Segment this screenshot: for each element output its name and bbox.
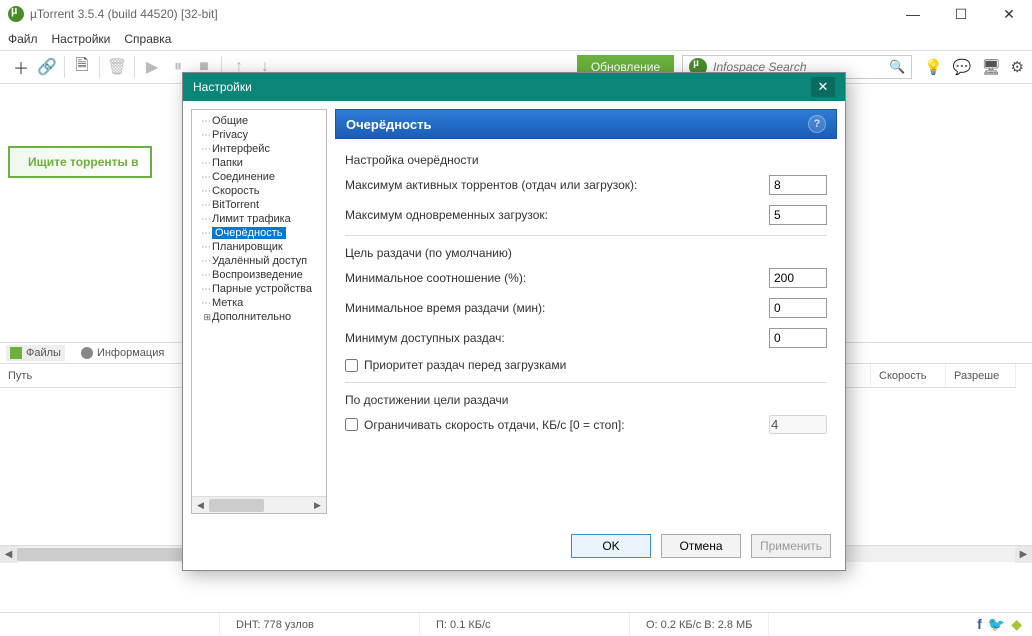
start-button[interactable]: ▶ <box>139 54 165 80</box>
remote-icon[interactable]: 🖥 <box>982 58 1001 76</box>
gear-icon[interactable]: ⚙ <box>1011 58 1024 76</box>
min-time-input[interactable] <box>769 298 827 318</box>
panel-header: Очерёдность ? <box>335 109 837 139</box>
tree-label: Очерёдность <box>212 227 286 239</box>
max-active-input[interactable] <box>769 175 827 195</box>
tree-node-2[interactable]: ⋯Интерфейс <box>194 142 324 156</box>
settings-tree: ⋯Общие⋯Privacy⋯Интерфейс⋯Папки⋯Соединени… <box>191 109 327 514</box>
min-time-label: Минимальное время раздачи (мин): <box>345 301 769 315</box>
info-icon <box>81 347 93 359</box>
group3-title: По достижении цели раздачи <box>345 393 827 407</box>
min-avail-label: Минимум доступных раздач: <box>345 331 769 345</box>
minimize-button[interactable]: — <box>898 6 928 23</box>
limit-label: Ограничивать скорость отдачи, КБ/с [0 = … <box>364 418 763 432</box>
max-active-label: Максимум активных торрентов (отдач или з… <box>345 178 769 192</box>
col-speed[interactable]: Скорость <box>871 364 946 387</box>
android-icon[interactable]: ◆ <box>1011 616 1022 633</box>
tree-hscroll[interactable]: ◀ ▶ <box>192 496 326 513</box>
tree-label: Воспроизведение <box>212 269 303 281</box>
tree-label: Общие <box>212 115 248 127</box>
tree-label: Парные устройства <box>212 283 312 295</box>
maximize-button[interactable]: ☐ <box>946 6 976 23</box>
dialog-close-button[interactable]: ✕ <box>811 77 835 97</box>
twitter-icon[interactable]: 🐦 <box>988 616 1005 633</box>
help-icon[interactable]: ? <box>808 115 826 133</box>
tree-node-6[interactable]: ⋯BitTorrent <box>194 198 324 212</box>
tree-label: Планировщик <box>212 241 283 253</box>
tree-node-13[interactable]: ⋯Метка <box>194 296 324 310</box>
files-icon <box>10 347 22 359</box>
menubar: Файл Настройки Справка <box>0 28 1032 50</box>
settings-dialog: Настройки ✕ ⋯Общие⋯Privacy⋯Интерфейс⋯Пап… <box>182 72 846 571</box>
tree-label: Метка <box>212 297 243 309</box>
new-button[interactable]: 🗎 <box>69 54 95 80</box>
tree-label: Скорость <box>212 185 260 197</box>
status-upload: О: 0.2 КБ/с В: 2.8 МБ <box>630 613 769 636</box>
tree-label: Интерфейс <box>212 143 270 155</box>
ok-button[interactable]: OK <box>571 534 651 558</box>
facebook-icon[interactable]: f <box>977 616 982 633</box>
dialog-buttons: OK Отмена Применить <box>183 522 845 570</box>
tree-label: Папки <box>212 157 243 169</box>
tree-node-8[interactable]: ⋯Очерёдность <box>194 226 324 240</box>
delete-button[interactable]: 🗑 <box>104 54 130 80</box>
group2-title: Цель раздачи (по умолчанию) <box>345 246 827 260</box>
limit-input <box>769 415 827 434</box>
max-dl-input[interactable] <box>769 205 827 225</box>
status-download: П: 0.1 КБ/с <box>420 613 630 636</box>
scroll-left-icon[interactable]: ◀ <box>0 546 17 563</box>
menu-file[interactable]: Файл <box>8 32 38 46</box>
tree-node-11[interactable]: ⋯Воспроизведение <box>194 268 324 282</box>
tree-label: BitTorrent <box>212 199 259 211</box>
tree-node-12[interactable]: ⋯Парные устройства <box>194 282 324 296</box>
priority-label: Приоритет раздач перед загрузками <box>364 358 566 372</box>
min-avail-input[interactable] <box>769 328 827 348</box>
tree-node-1[interactable]: ⋯Privacy <box>194 128 324 142</box>
status-dht: DHT: 778 узлов <box>220 613 420 636</box>
col-resolve[interactable]: Разреше <box>946 364 1016 387</box>
app-icon <box>8 6 24 22</box>
tree-node-9[interactable]: ⋯Планировщик <box>194 240 324 254</box>
menu-settings[interactable]: Настройки <box>52 32 111 46</box>
tab-files[interactable]: Файлы <box>6 345 65 361</box>
tree-node-10[interactable]: ⋯Удалённый доступ <box>194 254 324 268</box>
min-ratio-input[interactable] <box>769 268 827 288</box>
group1-title: Настройка очерёдности <box>345 153 827 167</box>
tree-node-3[interactable]: ⋯Папки <box>194 156 324 170</box>
tree-label: Privacy <box>212 129 248 141</box>
settings-panel: Очерёдность ? Настройка очерёдности Макс… <box>335 109 837 514</box>
titlebar: µTorrent 3.5.4 (build 44520) [32-bit] — … <box>0 0 1032 28</box>
tree-node-7[interactable]: ⋯Лимит трафика <box>194 212 324 226</box>
add-torrent-button[interactable]: ＋ <box>8 54 34 80</box>
close-button[interactable]: ✕ <box>994 6 1024 23</box>
feed-icon[interactable]: 💬 <box>953 58 972 76</box>
dialog-title: Настройки <box>193 80 252 94</box>
tree-node-5[interactable]: ⋯Скорость <box>194 184 324 198</box>
social-icons: f 🐦 ◆ <box>967 616 1032 633</box>
hint-icon[interactable]: 💡 <box>924 58 943 76</box>
min-ratio-label: Минимальное соотношение (%): <box>345 271 769 285</box>
scroll-right-icon[interactable]: ▶ <box>1015 546 1032 563</box>
tree-label: Соединение <box>212 171 275 183</box>
menu-help[interactable]: Справка <box>124 32 171 46</box>
limit-checkbox[interactable] <box>345 418 358 431</box>
cancel-button[interactable]: Отмена <box>661 534 741 558</box>
priority-checkbox[interactable] <box>345 359 358 372</box>
tree-label: Лимит трафика <box>212 213 291 225</box>
tab-info[interactable]: Информация <box>77 345 168 361</box>
tree-label: Удалённый доступ <box>212 255 307 267</box>
tree-label: Дополнительно <box>212 311 291 323</box>
statusbar: DHT: 778 узлов П: 0.1 КБ/с О: 0.2 КБ/с В… <box>0 612 1032 636</box>
tree-node-0[interactable]: ⋯Общие <box>194 114 324 128</box>
tree-node-14[interactable]: Дополнительно <box>194 310 324 324</box>
tree-node-4[interactable]: ⋯Соединение <box>194 170 324 184</box>
apply-button[interactable]: Применить <box>751 534 831 558</box>
window-title: µTorrent 3.5.4 (build 44520) [32-bit] <box>30 7 218 21</box>
max-dl-label: Максимум одновременных загрузок: <box>345 208 769 222</box>
search-torrents-hint[interactable]: Ищите торренты в <box>8 146 152 178</box>
dialog-titlebar: Настройки ✕ <box>183 73 845 101</box>
add-url-button[interactable]: 🔗 <box>34 54 60 80</box>
search-icon[interactable]: 🔍 <box>889 59 905 75</box>
